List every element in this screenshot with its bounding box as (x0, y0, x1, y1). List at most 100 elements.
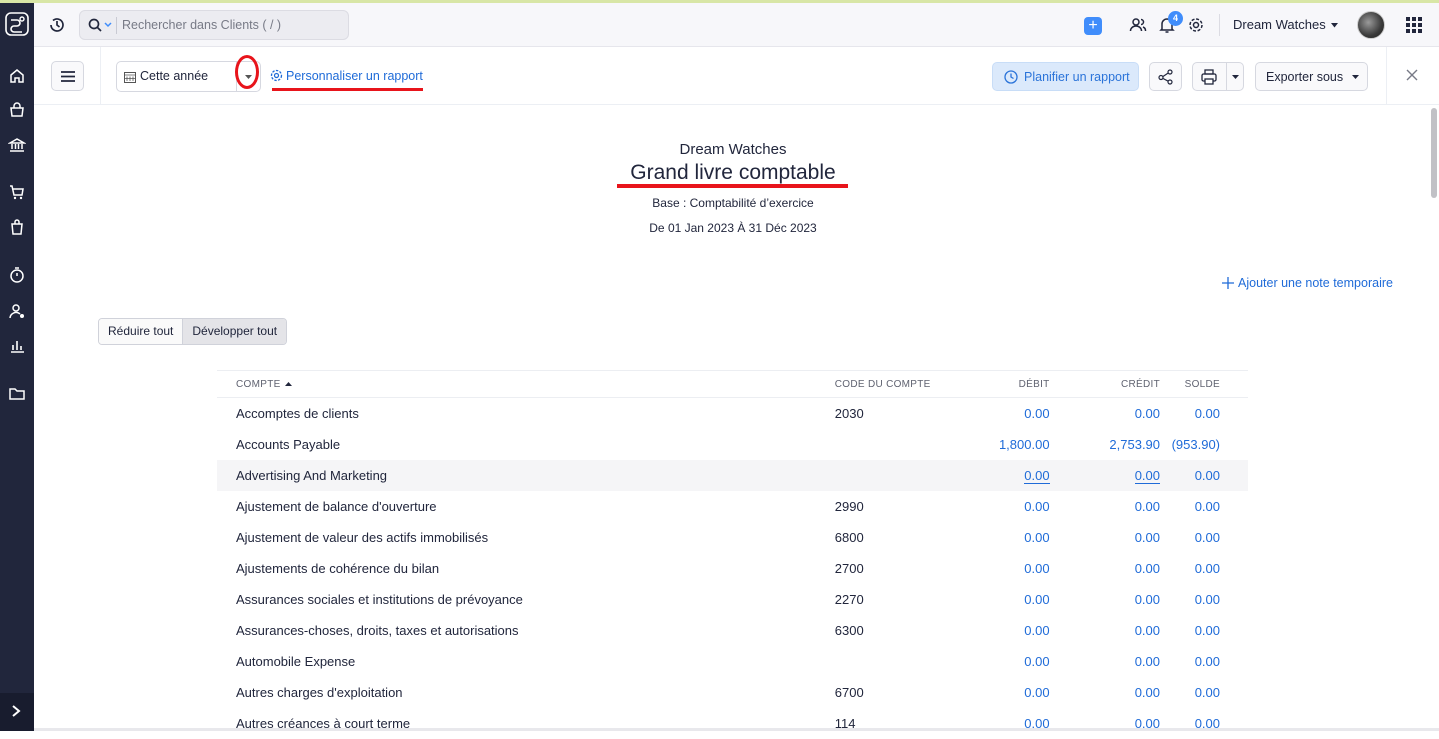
balance-amount[interactable]: 0.00 (1160, 646, 1248, 677)
account-code: 2700 (834, 560, 864, 576)
apps-grid-icon[interactable] (1406, 17, 1422, 33)
export-label: Exporter sous (1266, 70, 1344, 84)
credit-amount[interactable]: 0.00 (1050, 522, 1160, 553)
quick-create-button[interactable]: + (1084, 17, 1102, 35)
report-company: Dream Watches (679, 141, 787, 158)
search-input[interactable] (122, 15, 342, 35)
schedule-report-button[interactable]: Planifier un rapport (992, 62, 1139, 91)
home-icon[interactable] (8, 67, 26, 85)
account-code (835, 429, 958, 460)
debit-amount[interactable]: 0.00 (958, 522, 1049, 553)
credit-amount[interactable]: 0.00 (1049, 459, 1161, 491)
balance-amount[interactable]: 0.00 (1160, 708, 1248, 739)
balance-amount[interactable]: 0.00 (1160, 398, 1248, 429)
balance-amount[interactable]: 0.00 (1160, 553, 1248, 584)
credit-amount[interactable]: 0.00 (1050, 553, 1160, 584)
credit-amount[interactable]: 2,753.90 (1050, 429, 1160, 460)
avatar[interactable] (1357, 11, 1385, 39)
table-row[interactable]: Autres créances à court terme 114 0.00 0.00… (217, 708, 1248, 739)
collapse-all-button[interactable]: Réduire tout (99, 319, 183, 344)
vertical-scrollbar[interactable] (1429, 106, 1439, 731)
share-button[interactable] (1149, 62, 1182, 91)
column-header-account[interactable]: COMPTE (217, 370, 835, 398)
customize-report-label: Personnaliser un rapport (286, 69, 423, 83)
credit-amount[interactable]: 0.00 (1050, 491, 1160, 522)
debit-amount[interactable]: 0.00 (957, 459, 1050, 491)
logo-icon[interactable] (4, 11, 30, 37)
balance-amount[interactable]: 0.00 (1160, 459, 1248, 491)
search-bar[interactable] (79, 10, 349, 40)
caret-down-icon (1352, 75, 1359, 79)
debit-amount[interactable]: 0.00 (958, 677, 1049, 708)
account-name: Automobile Expense (236, 653, 356, 669)
balance-amount[interactable]: 0.00 (1160, 615, 1248, 646)
expand-all-button[interactable]: Développer tout (182, 319, 287, 344)
credit-amount[interactable]: 0.00 (1050, 398, 1160, 429)
gear-icon (270, 69, 283, 82)
account-name: Ajustements de cohérence du bilan (236, 560, 440, 576)
reports-icon[interactable] (8, 337, 26, 355)
scrollbar-thumb[interactable] (1431, 108, 1437, 198)
table-row[interactable]: Assurances sociales et institutions de p… (217, 584, 1248, 615)
account-name: Assurances-choses, droits, taxes et auto… (236, 622, 519, 638)
account-code: 6800 (834, 529, 864, 545)
balance-amount[interactable]: 0.00 (1160, 491, 1248, 522)
debit-amount[interactable]: 0.00 (958, 491, 1049, 522)
report-menu-button[interactable] (51, 61, 84, 91)
table-row[interactable]: Automobile Expense 0.00 0.00 0.00 (217, 646, 1248, 677)
credit-amount[interactable]: 0.00 (1050, 646, 1160, 677)
ledger-table: COMPTE CODE DU COMPTE DÉBIT CRÉDIT SOLDE… (217, 370, 1248, 739)
folder-icon[interactable] (8, 384, 26, 402)
column-header-debit: DÉBIT (957, 370, 1050, 398)
column-header-code: CODE DU COMPTE (834, 370, 958, 398)
caret-down-icon[interactable] (1232, 75, 1239, 79)
debit-amount[interactable]: 0.00 (958, 398, 1049, 429)
credit-amount[interactable]: 0.00 (1050, 615, 1160, 646)
organization-switcher[interactable]: Dream Watches (1233, 17, 1326, 32)
account-code: 114 (834, 715, 856, 731)
balance-amount[interactable]: 0.00 (1160, 677, 1248, 708)
caret-down-icon[interactable] (1331, 23, 1338, 28)
gear-icon[interactable] (1187, 16, 1205, 34)
annotation-underline (272, 88, 423, 91)
export-button[interactable]: Exporter sous (1255, 62, 1368, 91)
balance-amount[interactable]: (953.90) (1160, 429, 1248, 460)
table-row[interactable]: Advertising And Marketing 0.00 0.00 0.00 (217, 459, 1248, 491)
chevron-down-icon[interactable] (104, 22, 112, 28)
sidebar-expand-button[interactable] (0, 693, 34, 731)
table-row[interactable]: Autres charges d'exploitation 6700 0.00 0.0… (217, 677, 1248, 708)
search-icon[interactable] (88, 18, 102, 32)
credit-amount[interactable]: 0.00 (1050, 708, 1160, 739)
users-icon[interactable] (1129, 16, 1147, 34)
table-row[interactable]: Ajustement de balance d'ouverture 2990 0.0… (217, 491, 1248, 522)
account-code: 2990 (834, 498, 864, 514)
table-row[interactable]: Ajustements de cohérence du bilan 2700 0.0… (217, 553, 1248, 584)
close-icon[interactable] (1406, 69, 1418, 81)
debit-amount[interactable]: 0.00 (958, 553, 1049, 584)
table-row[interactable]: Accounts Payable 1,800.00 2,753.90 (953.90) (217, 429, 1248, 460)
account-code: 2030 (834, 405, 864, 421)
account-name: Assurances sociales et institutions de p… (236, 591, 523, 607)
user-settings-icon[interactable] (8, 302, 26, 320)
debit-amount[interactable]: 0.00 (958, 615, 1049, 646)
sort-ascending-icon (284, 381, 292, 386)
column-header-credit: CRÉDIT (1049, 370, 1161, 398)
balance-amount[interactable]: 0.00 (1160, 522, 1248, 553)
credit-amount[interactable]: 0.00 (1050, 677, 1160, 708)
table-row[interactable]: Accomptes de clients 2030 0.00 0.00 0.00 (217, 398, 1248, 429)
credit-amount[interactable]: 0.00 (1050, 584, 1160, 615)
debit-amount[interactable]: 1,800.00 (958, 429, 1050, 460)
print-button[interactable] (1192, 62, 1244, 91)
table-row[interactable]: Assurances-choses, droits, taxes et auto… (217, 615, 1248, 646)
balance-amount[interactable]: 0.00 (1160, 584, 1248, 615)
table-row[interactable]: Ajustement de valeur des actifs immobili… (217, 522, 1248, 553)
shopping-bag-icon[interactable] (8, 101, 26, 119)
timer-icon[interactable] (8, 266, 26, 284)
debit-amount[interactable]: 0.00 (958, 646, 1049, 677)
debit-amount[interactable]: 0.00 (958, 708, 1049, 739)
account-code: 6300 (834, 622, 864, 638)
calendar-icon (124, 72, 136, 83)
column-header-balance: SOLDE (1160, 370, 1248, 398)
recent-history-icon[interactable] (48, 16, 66, 34)
debit-amount[interactable]: 0.00 (958, 584, 1049, 615)
